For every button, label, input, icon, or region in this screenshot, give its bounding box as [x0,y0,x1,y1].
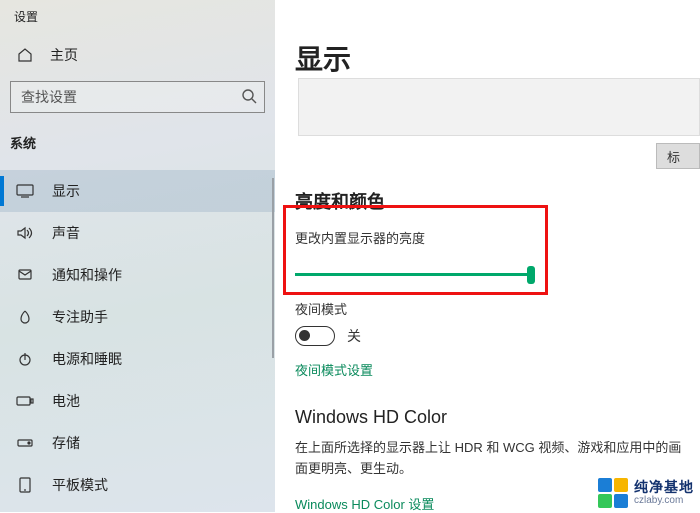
focus-icon [16,309,34,325]
page-title: 显示 [295,38,700,78]
search-input[interactable] [10,81,265,113]
nav-notifications[interactable]: 通知和操作 [0,254,275,296]
identify-button[interactable]: 标 [656,143,700,169]
night-toggle-row: 关 [295,326,700,346]
storage-icon [16,437,34,449]
nav-label: 通知和操作 [52,265,122,285]
slider-thumb[interactable] [527,266,535,284]
notification-icon [16,267,34,283]
watermark-en: czlaby.com [634,495,694,506]
night-toggle[interactable] [295,326,335,346]
nav-tablet[interactable]: 平板模式 [0,464,275,506]
search-icon [241,88,257,104]
nav-label: 声音 [52,223,80,243]
nav-label: 电池 [52,391,80,411]
scrollbar[interactable] [272,178,274,358]
nav-focus[interactable]: 专注助手 [0,296,275,338]
search-wrap [10,81,265,113]
nav-sound[interactable]: 声音 [0,212,275,254]
settings-header: 设置 [0,4,275,35]
night-mode-label: 夜间模式 [295,299,700,318]
nav-storage[interactable]: 存储 [0,422,275,464]
toggle-state-text: 关 [347,326,361,346]
power-icon [16,351,34,367]
slider-track [295,273,535,276]
night-mode-link[interactable]: 夜间模式设置 [295,360,700,379]
watermark-cn: 纯净基地 [634,480,694,495]
nav-display[interactable]: 显示 [0,170,275,212]
section-label: 系统 [0,127,275,160]
display-icon [16,184,34,198]
brightness-sub: 更改内置显示器的亮度 [295,228,700,247]
hd-color-desc: 在上面所选择的显示器上让 HDR 和 WCG 视频、游戏和应用中的画面更明亮、更… [295,438,685,480]
brightness-slider[interactable] [295,265,535,285]
nav-label: 显示 [52,181,80,201]
nav-label: 电源和睡眠 [52,349,122,369]
toggle-knob [299,330,310,341]
main-panel: 显示 亮度和颜色 更改内置显示器的亮度 夜间模式 关 夜间模式设置 Window… [275,0,700,512]
watermark-logo [598,478,628,508]
hd-color-title: Windows HD Color [295,407,700,428]
battery-icon [16,395,34,407]
watermark-text: 纯净基地 czlaby.com [634,480,694,506]
home-icon [16,47,34,63]
tablet-icon [16,477,34,493]
nav-label: 平板模式 [52,475,108,495]
nav-power[interactable]: 电源和睡眠 [0,338,275,380]
nav-list: 显示 声音 通知和操作 专注助手 电源和睡眠 电池 存储 平板模式 [0,170,275,506]
identify-label: 标 [667,147,680,166]
identify-box [298,78,700,136]
sound-icon [16,225,34,241]
nav-label: 专注助手 [52,307,108,327]
watermark: 纯净基地 czlaby.com [598,478,694,508]
sidebar: 设置 主页 系统 显示 声音 通知和操作 专注助手 [0,0,275,512]
brightness-title: 亮度和颜色 [295,188,700,214]
nav-label: 存储 [52,433,80,453]
nav-battery[interactable]: 电池 [0,380,275,422]
home-row[interactable]: 主页 [0,35,275,75]
home-label: 主页 [50,45,78,65]
brightness-section: 亮度和颜色 更改内置显示器的亮度 夜间模式 关 夜间模式设置 Windows H… [295,188,700,513]
